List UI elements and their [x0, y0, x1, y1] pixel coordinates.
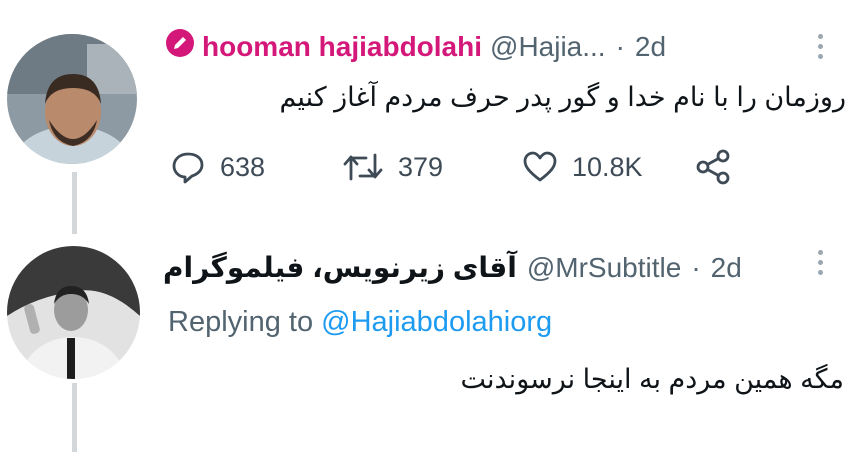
retweet-count: 379	[398, 151, 444, 182]
pencil-badge-icon	[165, 28, 195, 66]
thread-line-top	[72, 172, 77, 234]
tweet1-header: hooman hajiabdolahi @Hajia... · 2d	[165, 28, 666, 66]
tweet2-time[interactable]: 2d	[711, 251, 742, 285]
avatar-photo	[7, 246, 140, 379]
more-options-icon[interactable]	[818, 250, 826, 275]
retweet-button[interactable]: 379	[342, 144, 443, 190]
reply-icon	[172, 152, 204, 184]
replying-to-handle[interactable]: @Hajiabdolahiorg	[321, 306, 552, 338]
retweet-icon	[343, 153, 383, 181]
tweet1-separator: ·	[615, 31, 625, 62]
like-count: 10.8K	[572, 151, 643, 182]
heart-icon	[523, 151, 557, 182]
reply-count: 638	[220, 151, 266, 182]
avatar-photo	[7, 34, 137, 164]
tweet2-handle[interactable]: @MrSubtitle	[527, 251, 681, 285]
tweet1-display-name[interactable]: hooman hajiabdolahi	[202, 30, 482, 64]
reply-button[interactable]: 638	[170, 144, 265, 190]
like-button[interactable]: 10.8K	[522, 144, 643, 190]
replying-to-label: Replying to	[168, 306, 314, 338]
avatar[interactable]	[7, 246, 140, 379]
tweet2-separator: ·	[691, 252, 701, 283]
thread-line-bottom	[72, 383, 77, 452]
tweet2-display-name[interactable]: آقای زیرنویس، فیلموگرام	[163, 251, 517, 285]
replying-to-line: Replying to @Hajiabdolahiorg	[168, 304, 552, 340]
tweet2-header: آقای زیرنویس، فیلموگرام @MrSubtitle · 2d	[163, 251, 742, 285]
tweet1-text: روزمان را با نام خدا و گور پدر حرف مردم …	[279, 82, 846, 112]
tweet1-handle[interactable]: @Hajia...	[490, 30, 606, 64]
share-button[interactable]	[694, 144, 732, 190]
more-options-icon[interactable]	[818, 34, 826, 59]
tweet2-text: مگه همین مردم به اینجا نرسوندنت	[460, 364, 844, 394]
share-icon	[696, 149, 730, 185]
tweet1-time[interactable]: 2d	[635, 30, 666, 64]
avatar[interactable]	[7, 34, 137, 164]
